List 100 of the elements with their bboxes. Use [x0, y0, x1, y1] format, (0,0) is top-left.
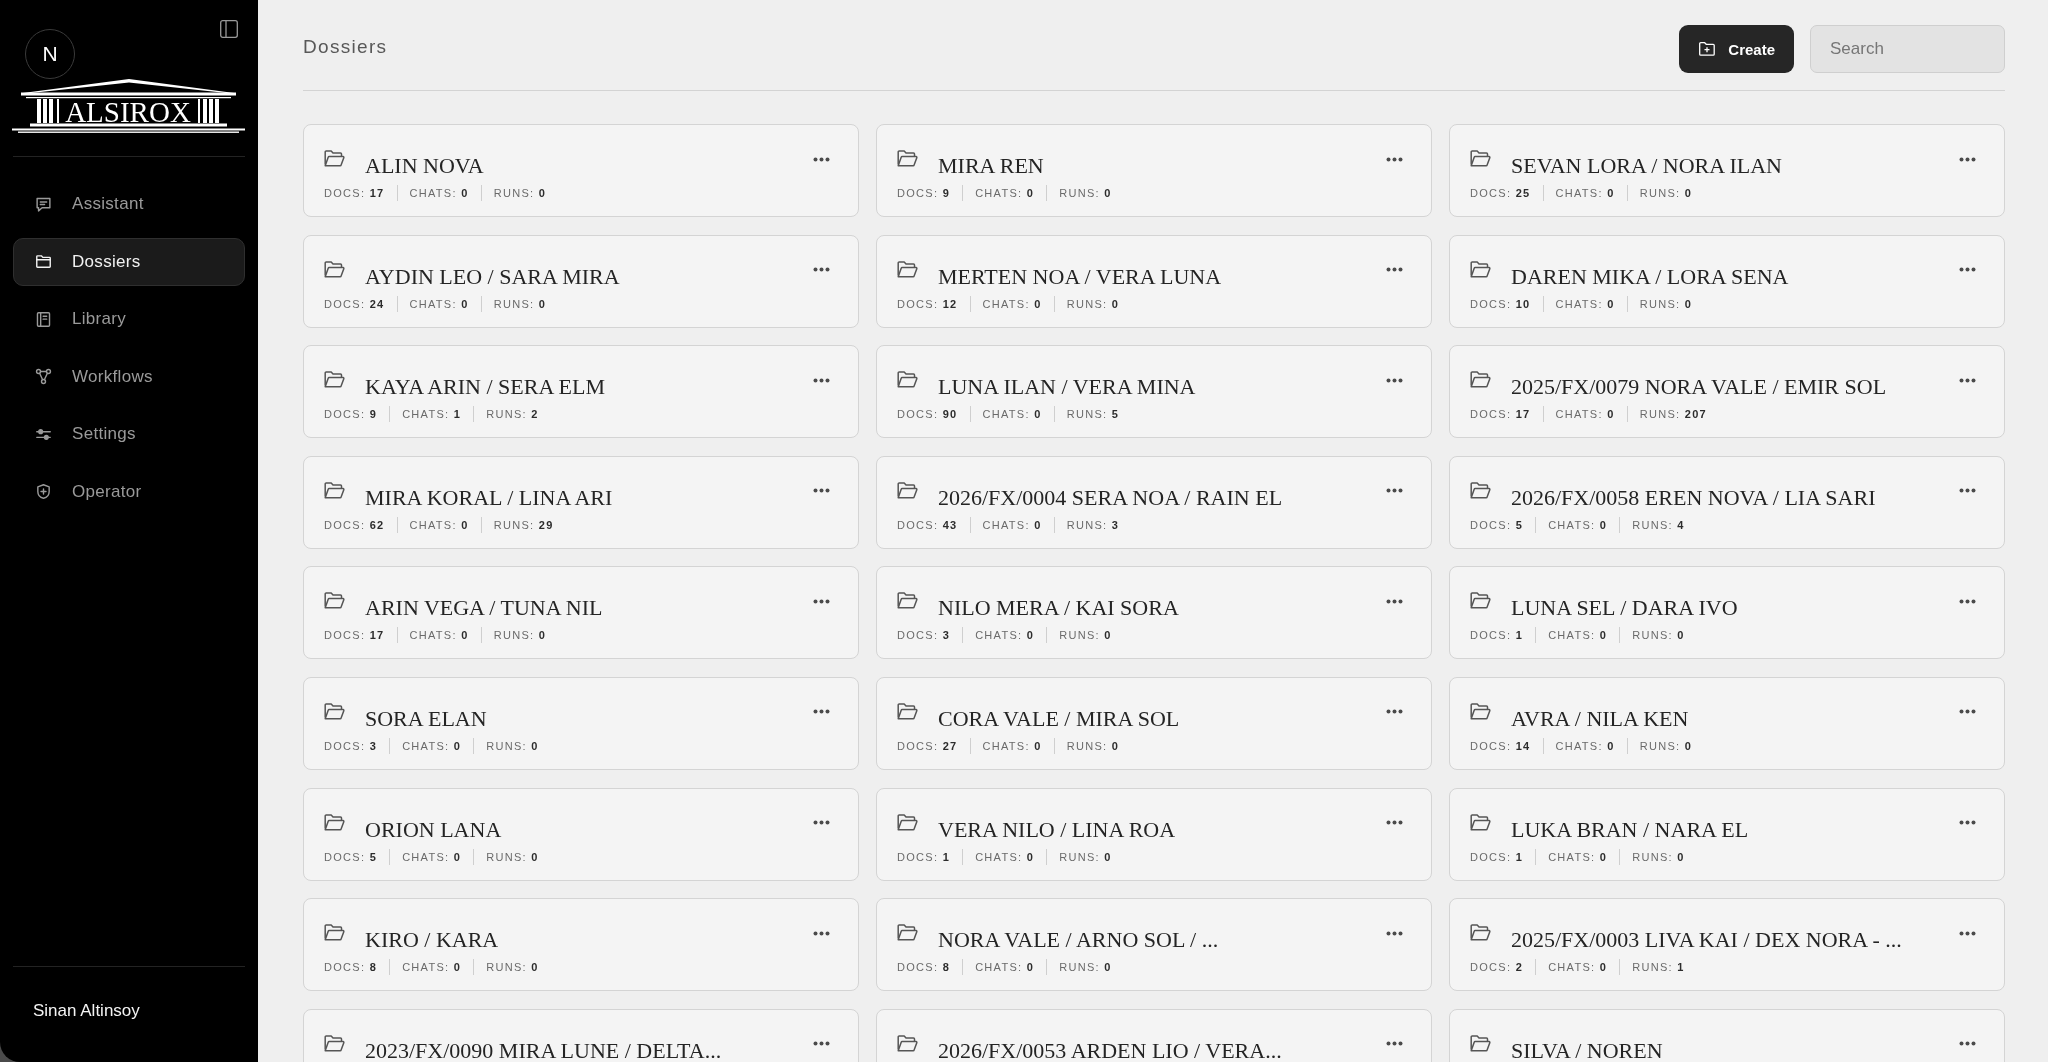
- stat-text: DOCS: 17: [324, 186, 385, 201]
- dossier-title: VERA NILO / LINA ROA: [938, 816, 1176, 843]
- dossier-card[interactable]: LUKA BRAN / NARA EL DOCS: 1 CHATS: 0 RUNS: 0: [1449, 787, 2005, 881]
- dossier-title: 2023/FX/0090 MIRA LUNE / DELTA...: [365, 1037, 722, 1062]
- stat-text: DOCS: 9: [897, 186, 951, 201]
- open-folder-icon: [324, 150, 345, 167]
- dossier-card[interactable]: SEVAN LORA / NORA ILAN DOCS: 25 CHATS: 0 RUNS: 0: [1449, 124, 2005, 217]
- stat-text: DOCS: 3: [324, 738, 378, 754]
- stat-text: DOCS: 10: [1470, 296, 1531, 312]
- ellipsis-icon: [1958, 156, 1976, 162]
- dossier-card[interactable]: MERTEN NOA / VERA LUNA DOCS: 12 CHATS: 0 RUNS: 0: [876, 234, 1432, 328]
- open-folder-icon: [324, 592, 345, 610]
- ellipsis-icon: [1385, 156, 1403, 162]
- dossier-card[interactable]: KAYA ARIN / SERA ELM DOCS: 9 CHATS: 1 RUNS: 2: [303, 345, 859, 439]
- dossier-card[interactable]: NILO MERA / KAI SORA DOCS: 3 CHATS: 0 RUNS: 0: [876, 566, 1432, 660]
- user-name: Sinan Altinsoy: [33, 1000, 140, 1022]
- dossier-title: NORA VALE / ARNO SOL / ...: [938, 927, 1219, 954]
- ellipsis-icon: [1385, 709, 1403, 715]
- stat-text: RUNS: 0: [1639, 186, 1693, 201]
- stat-text: CHATS: 0: [982, 407, 1042, 423]
- dossier-card[interactable]: 2025/FX/0003 LIVA KAI / DEX NORA - ... DOCS: 2 CHATS: 0 RUNS: 1: [1449, 898, 2005, 992]
- ellipsis-icon: [812, 1041, 830, 1047]
- open-folder-icon: [1470, 1034, 1491, 1052]
- stat-text: DOCS: 3: [897, 628, 951, 644]
- stat-text: RUNS: 0: [1059, 960, 1112, 976]
- dossier-card[interactable]: VERA NILO / LINA ROA DOCS: 1 CHATS: 0 RUNS: 0: [876, 787, 1432, 881]
- stat-text: CHATS: 0: [982, 517, 1042, 533]
- page-title: Dossiers: [303, 35, 388, 58]
- dossier-card[interactable]: CORA VALE / MIRA SOL DOCS: 27 CHATS: 0 RUNS: 0: [876, 676, 1432, 770]
- dossier-title: KIRO / KARA: [365, 927, 499, 954]
- stat-text: DOCS: 90: [897, 407, 958, 423]
- ellipsis-icon: [1958, 598, 1976, 604]
- stat-text: DOCS: 17: [1470, 407, 1531, 423]
- stat-text: RUNS: 5: [1066, 407, 1120, 423]
- dossier-card[interactable]: MIRA KORAL / LINA ARI DOCS: 62 CHATS: 0 RUNS: 29: [303, 455, 859, 549]
- stat-text: CHATS: 0: [975, 628, 1035, 644]
- dossier-title: LUNA ILAN / VERA MINA: [938, 374, 1196, 401]
- stat-text: RUNS: 0: [486, 960, 539, 976]
- stat-text: DOCS: 25: [1470, 186, 1531, 201]
- ellipsis-icon: [812, 820, 830, 826]
- dossier-card[interactable]: AYDIN LEO / SARA MIRA DOCS: 24 CHATS: 0 RUNS: 0: [303, 234, 859, 328]
- nav-item[interactable]: Settings: [13, 410, 245, 458]
- nav-item[interactable]: Dossiers: [13, 237, 245, 286]
- open-folder-icon: [324, 260, 345, 278]
- stat-text: DOCS: 9: [324, 407, 378, 423]
- sidebar-panel-icon: [220, 20, 238, 38]
- stat-text: DOCS: 1: [1470, 849, 1524, 865]
- ellipsis-icon: [1385, 377, 1403, 383]
- ellipsis-icon: [812, 488, 830, 494]
- dossier-title: SORA ELAN: [365, 705, 487, 732]
- dossier-card[interactable]: LUNA ILAN / VERA MINA DOCS: 90 CHATS: 0 RUNS: 5: [876, 345, 1432, 439]
- ellipsis-icon: [812, 377, 830, 383]
- search-field[interactable]: Search: [1810, 25, 2005, 73]
- stat-text: RUNS: 0: [1059, 186, 1112, 201]
- open-folder-icon: [897, 371, 918, 389]
- dossier-card[interactable]: ARIN VEGA / TUNA NIL DOCS: 17 CHATS: 0 RUNS: 0: [303, 566, 859, 660]
- dossier-card[interactable]: LUNA SEL / DARA IVO DOCS: 1 CHATS: 0 RUNS: 0: [1449, 566, 2005, 660]
- stat-text: CHATS: 0: [409, 296, 469, 312]
- stat-text: DOCS: 14: [1470, 738, 1531, 754]
- open-folder-icon: [897, 813, 918, 831]
- dossier-card[interactable]: SORA ELAN DOCS: 3 CHATS: 0 RUNS: 0: [303, 676, 859, 770]
- stat-text: RUNS: 0: [493, 186, 547, 201]
- ellipsis-icon: [1958, 488, 1976, 494]
- dossier-card[interactable]: SILVA / NOREN: [1449, 1008, 2005, 1062]
- stat-text: DOCS: 1: [1470, 628, 1524, 644]
- nav-item[interactable]: Assistant: [13, 180, 245, 228]
- sidebar-toggle-button[interactable]: [220, 20, 238, 38]
- folder-icon: [35, 253, 52, 270]
- open-folder-icon: [897, 592, 918, 610]
- dossier-card[interactable]: KIRO / KARA DOCS: 8 CHATS: 0 RUNS: 0: [303, 898, 859, 992]
- nav-item[interactable]: Workflows: [13, 352, 245, 401]
- dossier-card[interactable]: 2023/FX/0090 MIRA LUNE / DELTA...: [303, 1008, 859, 1062]
- dossier-card[interactable]: AVRA / NILA KEN DOCS: 14 CHATS: 0 RUNS: 0: [1449, 676, 2005, 770]
- open-folder-icon: [897, 924, 918, 942]
- open-folder-icon: [1470, 702, 1491, 720]
- dossier-card[interactable]: 2025/FX/0079 NORA VALE / EMIR SOL DOCS: 17 CHATS: 0 RUNS: 207: [1449, 345, 2005, 439]
- stat-text: CHATS: 0: [982, 738, 1042, 754]
- stat-text: RUNS: 207: [1639, 407, 1707, 423]
- stat-text: CHATS: 0: [1548, 628, 1608, 644]
- stat-text: RUNS: 0: [1632, 849, 1685, 865]
- nav-item[interactable]: Operator: [13, 467, 245, 516]
- dossier-card[interactable]: NORA VALE / ARNO SOL / ... DOCS: 8 CHATS: 0 RUNS: 0: [876, 898, 1432, 992]
- dossier-title: KAYA ARIN / SERA ELM: [365, 374, 605, 401]
- stat-text: RUNS: 0: [486, 738, 539, 754]
- stat-text: RUNS: 1: [1632, 960, 1685, 976]
- open-folder-icon: [1470, 260, 1491, 278]
- dossier-card[interactable]: 2026/FX/0053 ARDEN LIO / VERA...: [876, 1008, 1432, 1062]
- stat-text: CHATS: 0: [975, 186, 1035, 201]
- ellipsis-icon: [812, 598, 830, 604]
- dossier-card[interactable]: MIRA REN DOCS: 9 CHATS: 0 RUNS: 0: [876, 124, 1432, 217]
- nav-item[interactable]: Library: [13, 295, 245, 343]
- stat-text: CHATS: 0: [1548, 960, 1608, 976]
- dossier-card[interactable]: 2026/FX/0004 SERA NOA / RAIN EL DOCS: 43 CHATS: 0 RUNS: 3: [876, 455, 1432, 549]
- dossier-card[interactable]: ALIN NOVA DOCS: 17 CHATS: 0 RUNS: 0: [303, 124, 859, 217]
- dossier-card[interactable]: ORION LANA DOCS: 5 CHATS: 0 RUNS: 0: [303, 787, 859, 881]
- create-button[interactable]: Create: [1679, 25, 1794, 73]
- dossier-card[interactable]: 2026/FX/0058 EREN NOVA / LIA SARI DOCS: 5 CHATS: 0 RUNS: 4: [1449, 455, 2005, 549]
- dossier-card[interactable]: DAREN MIKA / LORA SENA DOCS: 10 CHATS: 0 RUNS: 0: [1449, 234, 2005, 328]
- dossier-title: AVRA / NILA KEN: [1511, 705, 1689, 732]
- logo-text: ALSIROX: [65, 98, 191, 127]
